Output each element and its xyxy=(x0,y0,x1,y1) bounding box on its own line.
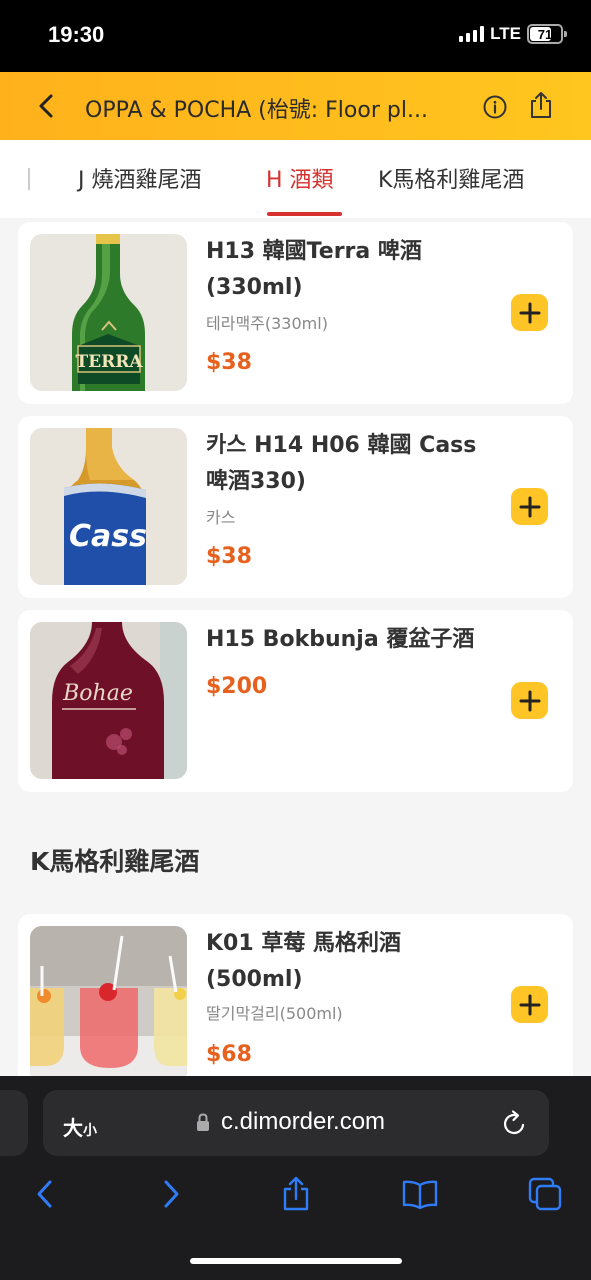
reload-icon[interactable] xyxy=(501,1108,529,1138)
tab-scroll-edge xyxy=(28,168,30,190)
tab-j-soju-cocktail[interactable]: J 燒酒雞尾酒 xyxy=(78,162,201,194)
item-name: H15 Bokbunja 覆盆子酒 xyxy=(206,622,506,658)
menu-item-card[interactable]: Cass 카스 H14 H06 韓國 Cass 啤酒330) 카스 $38 xyxy=(18,416,573,598)
item-name: K01 草莓 馬格利酒 (500ml) xyxy=(206,926,506,998)
add-to-cart-button[interactable] xyxy=(511,488,548,525)
book-icon xyxy=(402,1180,438,1209)
share-icon xyxy=(283,1176,309,1211)
menu-item-card[interactable]: TERRA H13 韓國Terra 啤酒 (330ml) 테라맥주(330ml)… xyxy=(18,222,573,404)
plus-icon xyxy=(519,496,540,517)
add-to-cart-button[interactable] xyxy=(511,682,548,719)
item-name: H13 韓國Terra 啤酒 (330ml) xyxy=(206,234,506,306)
item-name-line2: 啤酒330) xyxy=(206,469,306,494)
product-image: TERRA xyxy=(30,234,187,391)
product-image: Cass xyxy=(30,428,187,585)
menu-item-card[interactable]: Bohae H15 Bokbunja 覆盆子酒 $200 xyxy=(18,610,573,792)
chevron-right-icon xyxy=(164,1180,179,1208)
item-subtitle: 카스 xyxy=(206,508,236,527)
status-indicators: LTE 71 xyxy=(459,24,567,44)
item-name-line2: (500ml) xyxy=(206,967,303,992)
menu-item-card[interactable]: K01 草莓 馬格利酒 (500ml) 딸기막걸리(500ml) $68 xyxy=(18,914,573,1096)
url-text: c.dimorder.com xyxy=(221,1108,386,1135)
item-name-line2: (330ml) xyxy=(206,275,303,300)
item-price: $200 xyxy=(206,674,268,699)
browser-toolbar: 大小 c.dimorder.com xyxy=(0,1076,591,1280)
item-subtitle: 딸기막걸리(500ml) xyxy=(206,1004,343,1023)
item-price: $68 xyxy=(206,1042,252,1067)
cass-label: Cass xyxy=(69,519,147,554)
add-to-cart-button[interactable] xyxy=(511,294,548,331)
plus-icon xyxy=(519,302,540,323)
browser-back-button[interactable] xyxy=(24,1174,64,1214)
item-name-line1: 카스 H14 H06 韓國 Cass xyxy=(206,433,477,458)
item-name-line1: H13 韓國Terra 啤酒 xyxy=(206,239,422,264)
back-button[interactable] xyxy=(30,90,62,122)
browser-share-button[interactable] xyxy=(276,1174,316,1214)
section-title: K馬格利雞尾酒 xyxy=(30,847,200,876)
battery-level: 71 xyxy=(537,26,553,42)
text-size-big: 大 xyxy=(63,1118,83,1140)
tabs-button[interactable] xyxy=(525,1174,565,1214)
bookmarks-button[interactable] xyxy=(400,1174,440,1214)
previous-tab-preview[interactable] xyxy=(0,1090,28,1156)
category-tabs: J 燒酒雞尾酒 H 酒類 K馬格利雞尾酒 xyxy=(0,140,591,218)
network-label: LTE xyxy=(490,24,521,43)
active-tab-indicator xyxy=(267,212,342,216)
plus-icon xyxy=(519,690,540,711)
address-bar[interactable]: 大小 c.dimorder.com xyxy=(43,1090,549,1156)
product-image: Bohae xyxy=(30,622,187,779)
tabs-icon xyxy=(528,1177,562,1211)
terra-label: TERRA xyxy=(75,352,143,372)
tab-h-alcohol[interactable]: H 酒類 xyxy=(266,162,334,194)
battery-icon: 71 xyxy=(527,24,567,44)
home-indicator xyxy=(190,1258,402,1264)
share-icon xyxy=(531,92,551,118)
item-price: $38 xyxy=(206,350,252,375)
product-image xyxy=(30,926,187,1083)
share-button[interactable] xyxy=(528,90,554,120)
plus-icon xyxy=(519,994,540,1015)
status-time: 19:30 xyxy=(48,22,105,47)
status-bar: 19:30 LTE 71 xyxy=(0,0,591,72)
tab-k-makgeolli-cocktail[interactable]: K馬格利雞尾酒 xyxy=(378,162,524,194)
add-to-cart-button[interactable] xyxy=(511,986,548,1023)
info-icon xyxy=(483,95,507,119)
browser-forward-button[interactable] xyxy=(152,1174,192,1214)
chevron-left-icon xyxy=(39,94,53,118)
signal-icon xyxy=(459,26,485,42)
item-name-line1: K01 草莓 馬格利酒 xyxy=(206,931,401,956)
item-name: 카스 H14 H06 韓國 Cass 啤酒330) xyxy=(206,428,506,500)
lock-icon xyxy=(197,1113,209,1131)
bokbunja-label: Bohae xyxy=(62,681,133,706)
text-size-small: 小 xyxy=(83,1122,97,1138)
app-header: OPPA & POCHA (枱號: Floor pl... xyxy=(0,72,591,140)
item-subtitle: 테라맥주(330ml) xyxy=(206,314,328,333)
info-button[interactable] xyxy=(482,94,508,120)
text-size-button[interactable]: 大小 xyxy=(63,1112,97,1141)
page-title: OPPA & POCHA (枱號: Floor pl... xyxy=(85,98,428,123)
item-price: $38 xyxy=(206,544,252,569)
item-name-line1: H15 Bokbunja 覆盆子酒 xyxy=(206,627,475,652)
chevron-left-icon xyxy=(37,1180,52,1208)
